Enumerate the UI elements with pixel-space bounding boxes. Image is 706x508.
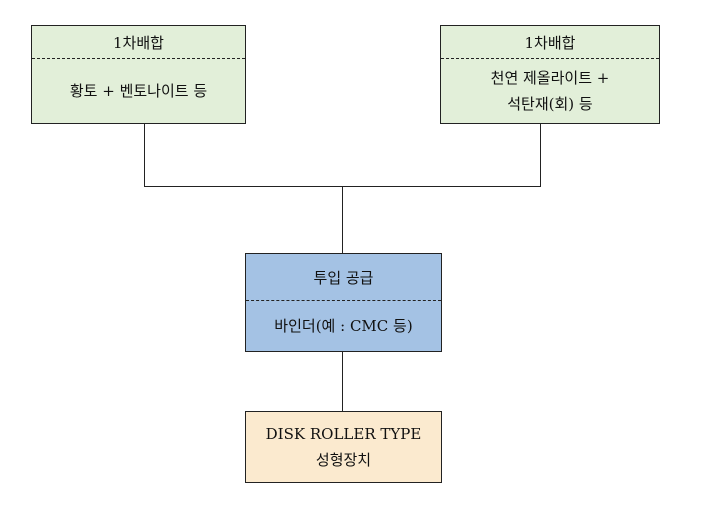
node-body-line: 석탄재(회) 등: [507, 95, 593, 113]
node-body-line: 천연 제올라이트 +: [490, 69, 610, 87]
node-title: 1차배합: [441, 26, 659, 59]
connector-right-down: [540, 123, 541, 187]
mix-node-right: 1차배합 천연 제올라이트 + 석탄재(회) 등: [440, 25, 660, 124]
node-body-line: DISK ROLLER TYPE: [265, 425, 422, 443]
node-body-line: 황토 + 벤토나이트 등: [69, 82, 208, 100]
connector-to-supply: [342, 186, 343, 253]
node-title: 투입 공급: [246, 254, 441, 301]
mix-node-left: 1차배합 황토 + 벤토나이트 등: [31, 25, 246, 124]
node-body-line: 바인더(예 : CMC 등): [274, 317, 413, 335]
connector-to-device: [342, 351, 343, 411]
node-title: 1차배합: [32, 26, 245, 59]
node-body-line: 성형장치: [315, 451, 372, 469]
connector-left-down: [144, 123, 145, 187]
supply-node: 투입 공급 바인더(예 : CMC 등): [245, 253, 442, 352]
device-node: DISK ROLLER TYPE 성형장치: [245, 411, 442, 483]
